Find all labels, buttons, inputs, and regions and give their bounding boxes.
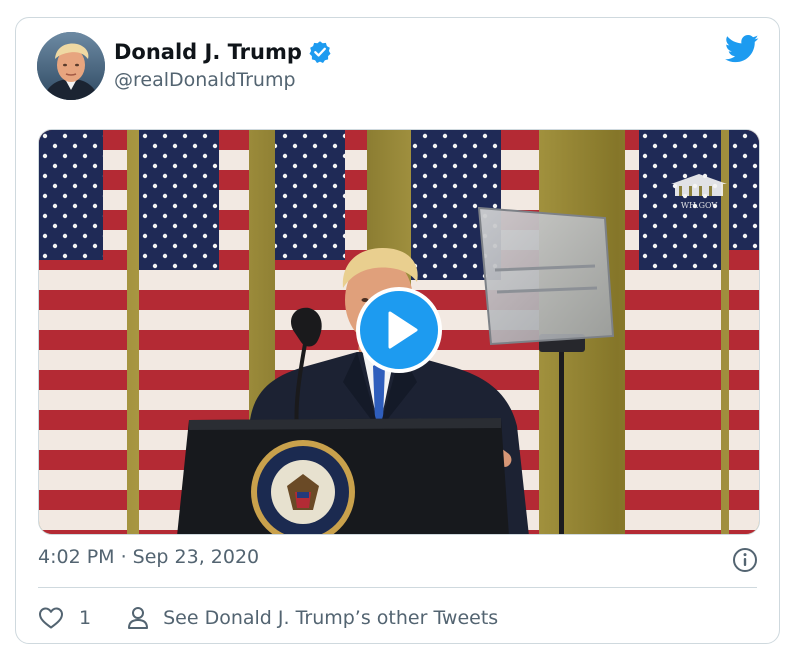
- avatar[interactable]: [37, 32, 105, 100]
- see-other-tweets-label[interactable]: See Donald J. Trump’s other Tweets: [163, 607, 498, 629]
- watermark-text: WH.GOV: [681, 201, 718, 210]
- person-icon: [128, 607, 149, 629]
- author-handle[interactable]: @realDonaldTrump: [114, 69, 296, 91]
- play-button[interactable]: [356, 287, 442, 373]
- tweet-card[interactable]: Donald J. Trump @realDonaldTrump WH.GOV …: [15, 17, 780, 644]
- verified-badge-icon: [308, 40, 332, 64]
- tweet-timestamp[interactable]: 4:02 PM · Sep 23, 2020: [38, 546, 259, 568]
- profile-photo: [37, 32, 105, 100]
- play-icon: [388, 311, 418, 349]
- twitter-bird-icon[interactable]: [724, 34, 759, 64]
- like-count: 1: [79, 607, 92, 629]
- divider: [38, 587, 757, 588]
- info-icon[interactable]: [732, 547, 758, 573]
- see-other-tweets-link[interactable]: See Donald J. Trump’s other Tweets: [127, 606, 498, 630]
- like-button[interactable]: 1: [38, 606, 91, 630]
- tweet-actions: 1 See Donald J. Trump’s other Tweets: [38, 603, 498, 633]
- video-player[interactable]: WH.GOV: [38, 129, 760, 535]
- heart-icon: [39, 607, 63, 629]
- author-name-row[interactable]: Donald J. Trump: [114, 40, 332, 64]
- author-name[interactable]: Donald J. Trump: [114, 40, 302, 64]
